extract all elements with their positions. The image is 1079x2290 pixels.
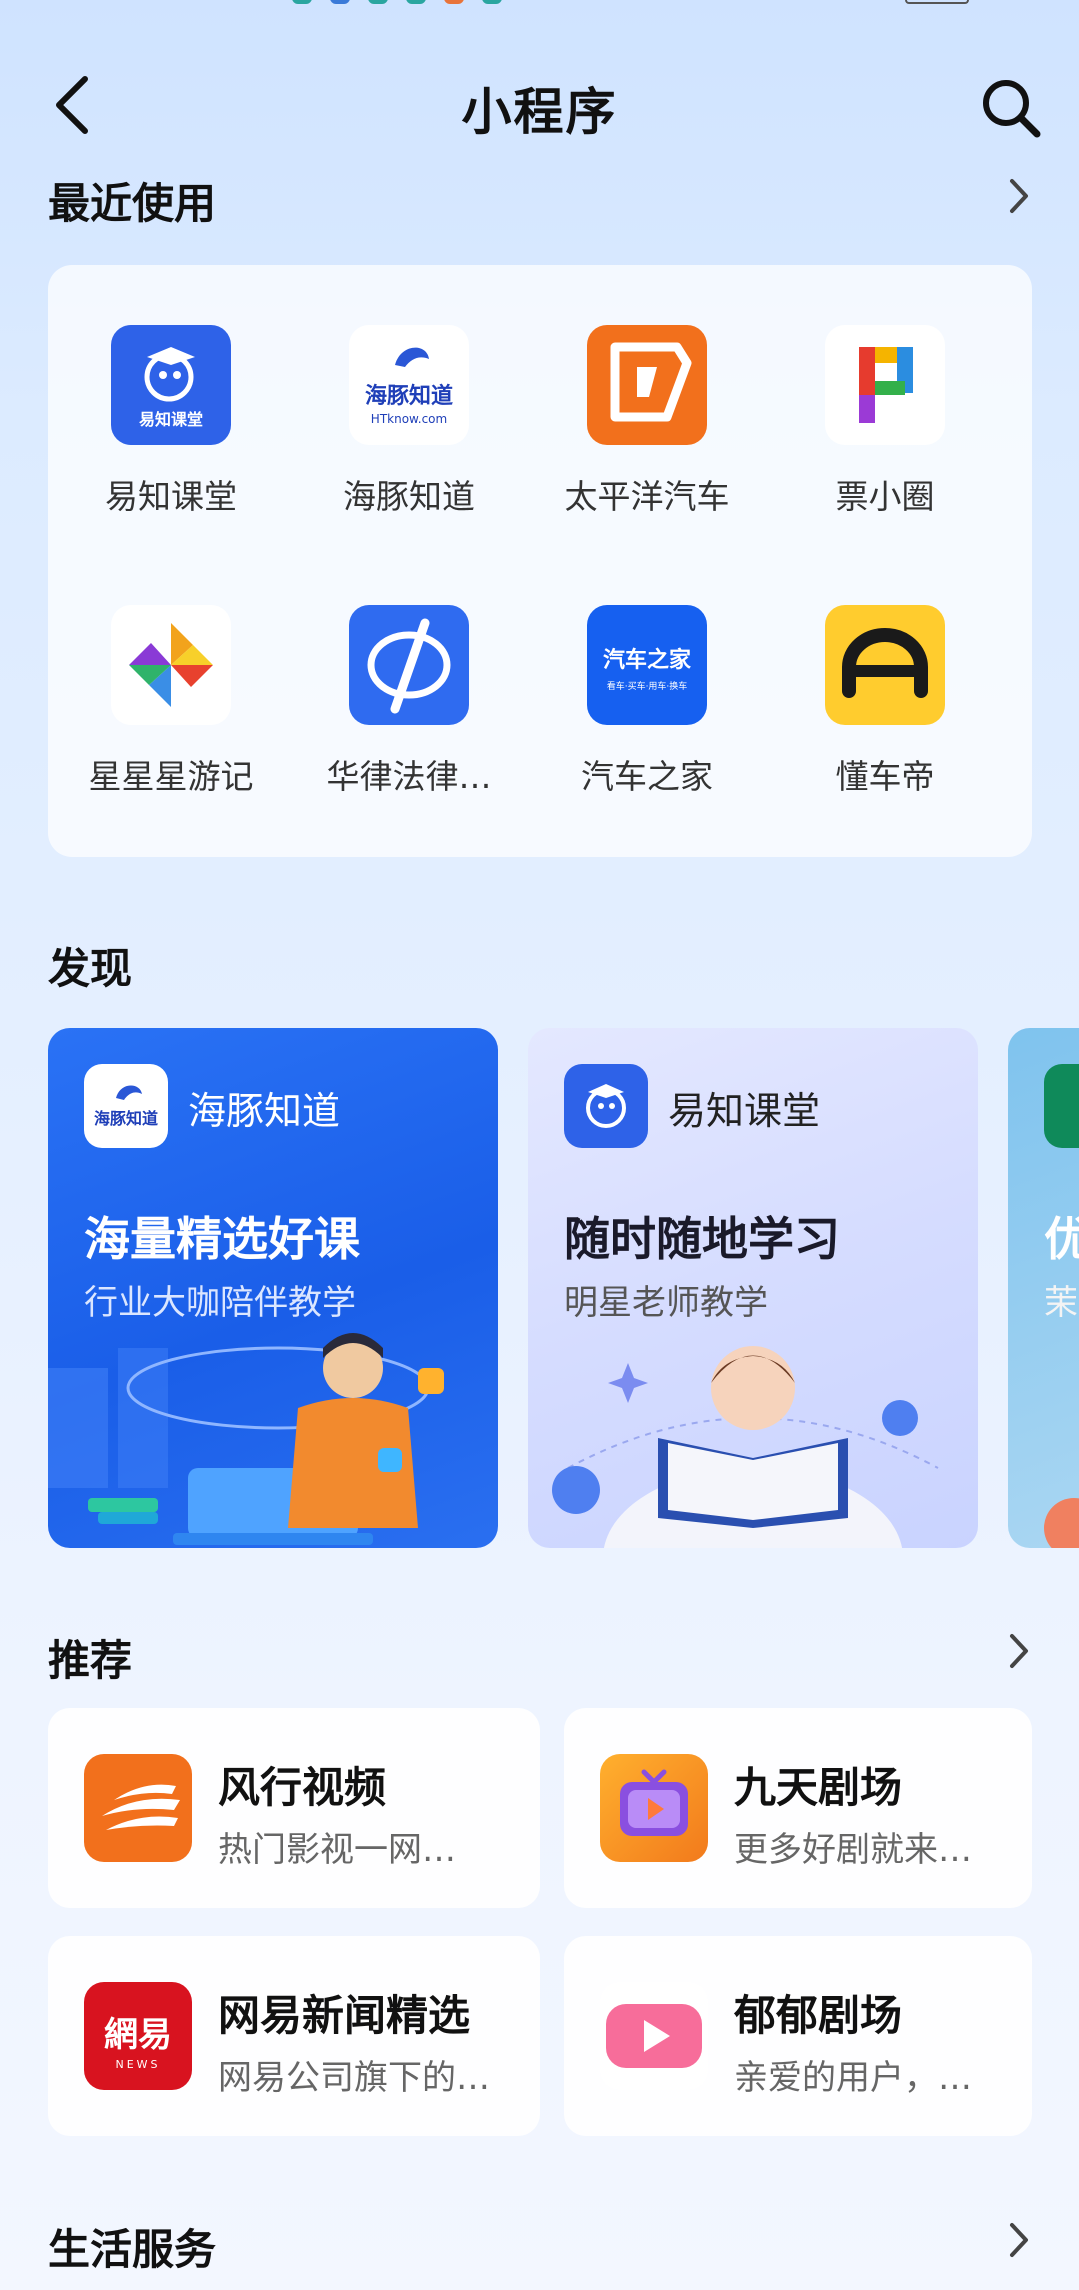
recommend-item-desc: 亲爱的用户，…	[734, 2058, 972, 2098]
recent-app-item[interactable]: 汽车之家 看车·买车·用车·换车 汽车之家	[527, 605, 767, 845]
recommend-item[interactable]: 網易 NEWS 网易新闻精选 网易公司旗下的…	[48, 1936, 540, 2136]
discover-card[interactable]: 易知课堂 随时随地学习 明星老师教学	[528, 1028, 978, 1548]
haitun-zhidao-logo-icon: 海豚知道 HTknow.com	[349, 325, 469, 445]
yuyu-theater-logo-icon	[600, 1982, 708, 2090]
discover-card-name: 海豚知道	[188, 1089, 341, 1133]
status-indicator	[292, 0, 312, 4]
discover-card[interactable]: 海豚知道 海豚知道 海量精选好课 行业大咖陪伴教学	[48, 1028, 498, 1548]
recommend-item-desc: 更多好剧就来…	[734, 1830, 972, 1870]
reading-boy-illustration	[552, 1346, 939, 1548]
recommend-item-name: 风行视频	[218, 1763, 387, 1812]
recent-app-item[interactable]: 懂车帝	[765, 605, 1005, 845]
hualv-legal-logo-icon	[349, 605, 469, 725]
netease-news-logo-icon: 網易 NEWS	[84, 1982, 192, 2090]
discover-card-subtitle: 茉	[1044, 1283, 1078, 1323]
discover-card-subtitle: 明星老师教学	[564, 1283, 768, 1323]
app-label: 太平洋汽车	[564, 477, 730, 516]
app-label: 汽车之家	[581, 757, 713, 796]
recommend-item[interactable]: 风行视频 热门影视一网…	[48, 1708, 540, 1908]
recommend-item-name: 网易新闻精选	[218, 1991, 471, 2040]
svg-text:NEWS: NEWS	[115, 2058, 160, 2071]
recent-more-button[interactable]	[999, 176, 1039, 216]
recent-app-item[interactable]: 华律法律…	[289, 605, 529, 845]
life-services-more-button[interactable]	[999, 2220, 1039, 2260]
app-label: 票小圈	[835, 477, 935, 516]
piao-xiaoquan-logo-icon	[825, 325, 945, 445]
yizhi-ketang-logo-icon	[564, 1064, 648, 1148]
status-indicator	[406, 0, 426, 4]
discover-card-headline: 优	[1044, 1212, 1079, 1266]
recent-app-item[interactable]: 易知课堂 易知课堂	[51, 325, 291, 565]
chevron-right-icon	[1010, 1634, 1028, 1668]
discover-card-subtitle: 行业大咖陪伴教学	[84, 1283, 356, 1323]
svg-text:看车·买车·用车·换车: 看车·买车·用车·换车	[607, 680, 688, 692]
page-title: 小程序	[461, 83, 618, 141]
decorative-blob	[1044, 1498, 1079, 1548]
svg-text:易知课堂: 易知课堂	[139, 410, 203, 429]
online-learning-illustration	[48, 1333, 444, 1545]
section-title-recommend: 推荐	[48, 1636, 133, 1685]
app-label: 海豚知道	[343, 477, 475, 516]
app-label: 易知课堂	[105, 477, 237, 516]
svg-text:海豚知道: 海豚知道	[94, 1109, 158, 1128]
status-indicator	[368, 0, 388, 4]
svg-text:汽车之家: 汽车之家	[603, 647, 692, 673]
search-button[interactable]	[971, 68, 1051, 148]
fengxing-video-logo-icon	[84, 1754, 192, 1862]
recent-app-item[interactable]: 海豚知道 HTknow.com 海豚知道	[289, 325, 529, 565]
status-indicator	[482, 0, 502, 4]
chevron-right-icon	[1010, 2223, 1028, 2257]
section-title-life-services: 生活服务	[48, 2225, 217, 2274]
recommend-item[interactable]: 九天剧场 更多好剧就来…	[564, 1708, 1032, 1908]
recommend-item[interactable]: 郁郁剧场 亲爱的用户，…	[564, 1936, 1032, 2136]
dongchedi-logo-icon	[825, 605, 945, 725]
recommend-item-desc: 热门影视一网…	[218, 1830, 456, 1870]
search-icon	[983, 80, 1041, 138]
status-bar	[0, 0, 1079, 8]
status-indicator	[330, 0, 350, 4]
svg-text:海豚知道: 海豚知道	[365, 383, 453, 409]
xingxing-youji-logo-icon	[111, 605, 231, 725]
recent-app-item[interactable]: 太平洋汽车	[527, 325, 767, 565]
pacific-auto-logo-icon	[587, 325, 707, 445]
autohome-logo-icon: 汽车之家 看车·买车·用车·换车	[587, 605, 707, 725]
battery-icon	[905, 0, 969, 4]
discover-card[interactable]: 优 茉	[1008, 1028, 1079, 1548]
discover-card-headline: 随时随地学习	[564, 1212, 840, 1266]
app-label: 星星星游记	[88, 757, 254, 796]
header: 小程序	[0, 60, 1079, 150]
recent-apps-card: 易知课堂 易知课堂 海豚知道 HTknow.com 海豚知道 太平洋汽车 票小圈…	[48, 265, 1032, 857]
recommend-item-desc: 网易公司旗下的…	[218, 2058, 490, 2098]
discover-card-logo-icon	[1044, 1064, 1079, 1148]
recent-app-item[interactable]: 票小圈	[765, 325, 1005, 565]
haitun-zhidao-logo-icon: 海豚知道	[84, 1064, 168, 1148]
recommend-more-button[interactable]	[999, 1631, 1039, 1671]
status-indicator	[444, 0, 464, 4]
recent-app-item[interactable]: 星星星游记	[51, 605, 291, 845]
yizhi-ketang-logo-icon: 易知课堂	[111, 325, 231, 445]
chevron-right-icon	[1010, 179, 1028, 213]
svg-text:網易: 網易	[104, 2015, 172, 2055]
recommend-item-name: 郁郁剧场	[734, 1991, 903, 2040]
section-title-discover: 发现	[48, 944, 133, 993]
section-title-recent: 最近使用	[48, 179, 217, 228]
svg-text:HTknow.com: HTknow.com	[371, 412, 447, 426]
jiutian-theater-logo-icon	[600, 1754, 708, 1862]
recommend-item-name: 九天剧场	[734, 1763, 903, 1812]
app-label: 华律法律…	[326, 757, 492, 796]
app-label: 懂车帝	[835, 757, 935, 796]
discover-card-name: 易知课堂	[668, 1089, 821, 1133]
discover-card-headline: 海量精选好课	[84, 1212, 360, 1266]
